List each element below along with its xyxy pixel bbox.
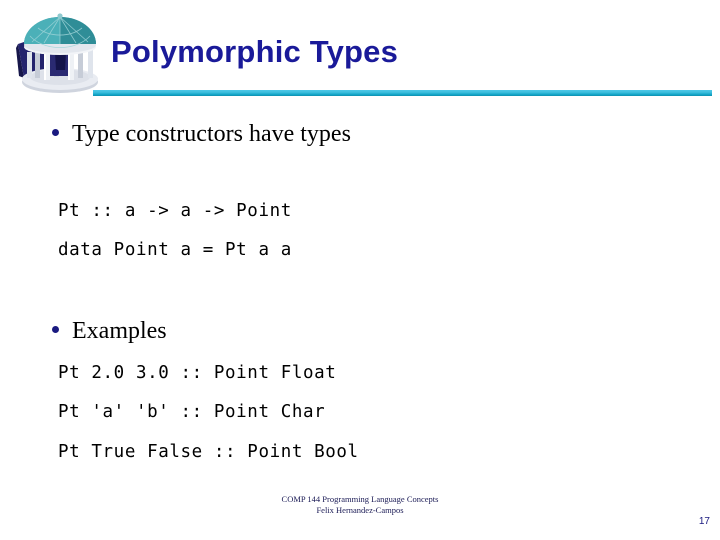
code-line-example-float: Pt 2.0 3.0 :: Point Float	[58, 363, 337, 383]
slide-body: Type constructors have types Pt :: a -> …	[0, 104, 720, 484]
bullet-dot-icon	[52, 129, 59, 136]
bullet-item-examples: Examples	[52, 317, 167, 345]
footer-course-line: COMP 144 Programming Language Concepts	[281, 494, 439, 504]
slide-header: Polymorphic Types	[0, 0, 720, 104]
old-well-rotunda-logo	[8, 6, 108, 98]
slide-canvas: Polymorphic Types Type constructors have…	[0, 0, 720, 540]
code-line-data-declaration: data Point a = Pt a a	[58, 240, 292, 260]
bullet-label: Type constructors have types	[72, 121, 351, 147]
code-line-type-signature: Pt :: a -> a -> Point	[58, 201, 292, 221]
code-line-example-bool: Pt True False :: Point Bool	[58, 442, 359, 462]
title-divider-rule	[93, 90, 712, 96]
slide-footer: COMP 144 Programming Language Concepts F…	[0, 494, 720, 516]
page-title: Polymorphic Types	[111, 34, 399, 69]
bullet-item-type-constructors: Type constructors have types	[52, 120, 351, 148]
footer-author-line: Felix Hernandez-Campos	[316, 505, 404, 515]
bullet-label: Examples	[72, 318, 167, 344]
code-line-example-char: Pt 'a' 'b' :: Point Char	[58, 402, 326, 422]
slide-page-number: 17	[698, 516, 710, 527]
bullet-dot-icon	[52, 326, 59, 333]
